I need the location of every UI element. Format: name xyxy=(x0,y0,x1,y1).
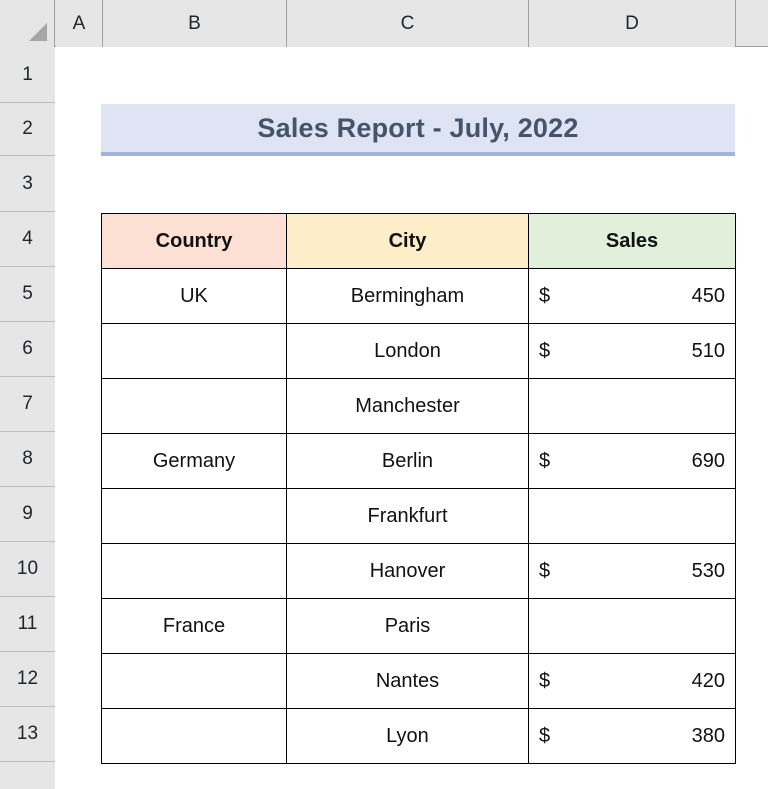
row-header-5[interactable]: 5 xyxy=(0,267,55,322)
cell-city[interactable]: Frankfurt xyxy=(286,488,529,544)
grid-content: Sales Report - July, 2022 Country City S… xyxy=(56,48,768,789)
sales-data-table: Country City Sales UK Bermingham $ 450 L… xyxy=(101,213,736,764)
cell-city[interactable]: Lyon xyxy=(286,708,529,764)
row-header-11[interactable]: 11 xyxy=(0,597,55,652)
exceldemy-watermark: exceldemy EXCEL - DATA - BI xyxy=(346,785,517,789)
column-header-strip: A B C D xyxy=(0,0,768,47)
currency-symbol: $ xyxy=(539,339,551,362)
row-header-7[interactable]: 7 xyxy=(0,377,55,432)
column-header-a[interactable]: A xyxy=(56,0,103,47)
row-header-12[interactable]: 12 xyxy=(0,652,55,707)
column-header-d[interactable]: D xyxy=(529,0,736,47)
watermark-name: exceldemy xyxy=(383,785,517,789)
sales-amount: 380 xyxy=(691,724,725,747)
exceldemy-cube-logo-icon xyxy=(346,786,376,789)
column-header-country[interactable]: Country xyxy=(101,213,287,269)
cell-city[interactable]: Manchester xyxy=(286,378,529,434)
table-row: Hanover $ 530 xyxy=(101,543,736,599)
row-header-1[interactable]: 1 xyxy=(0,47,55,103)
cell-sales[interactable]: $ 510 xyxy=(528,323,736,379)
sales-amount: 510 xyxy=(691,339,725,362)
sales-amount: 450 xyxy=(691,284,725,307)
table-row: UK Bermingham $ 450 xyxy=(101,268,736,324)
row-header-9[interactable]: 9 xyxy=(0,487,55,542)
column-header-b[interactable]: B xyxy=(103,0,287,47)
table-row: Lyon $ 380 xyxy=(101,708,736,764)
table-row: London $ 510 xyxy=(101,323,736,379)
page-title: Sales Report - July, 2022 xyxy=(257,112,579,143)
select-all-triangle-icon xyxy=(29,23,47,41)
row-header-10[interactable]: 10 xyxy=(0,542,55,597)
sales-amount: 690 xyxy=(691,449,725,472)
sales-amount: 420 xyxy=(691,669,725,692)
column-header-sales[interactable]: Sales xyxy=(528,213,736,269)
cell-sales[interactable]: $ 380 xyxy=(528,708,736,764)
row-header-3[interactable]: 3 xyxy=(0,156,55,212)
row-header-13[interactable]: 13 xyxy=(0,707,55,762)
sales-amount: 530 xyxy=(691,559,725,582)
cell-sales[interactable]: $ 450 xyxy=(528,268,736,324)
cell-city[interactable]: Berlin xyxy=(286,433,529,489)
report-title-cell[interactable]: Sales Report - July, 2022 xyxy=(101,104,735,156)
currency-symbol: $ xyxy=(539,724,551,747)
cell-city[interactable]: Bermingham xyxy=(286,268,529,324)
cell-country[interactable]: France xyxy=(101,598,287,654)
cell-city[interactable]: London xyxy=(286,323,529,379)
cell-sales[interactable] xyxy=(528,488,736,544)
currency-symbol: $ xyxy=(539,284,551,307)
table-row: France Paris xyxy=(101,598,736,654)
cell-sales[interactable] xyxy=(528,598,736,654)
cell-country[interactable] xyxy=(101,653,287,709)
cell-country[interactable] xyxy=(101,543,287,599)
cell-sales[interactable]: $ 530 xyxy=(528,543,736,599)
cell-sales[interactable]: $ 690 xyxy=(528,433,736,489)
cell-country[interactable]: Germany xyxy=(101,433,287,489)
table-row: Nantes $ 420 xyxy=(101,653,736,709)
row-header-strip: 1 2 3 4 5 6 7 8 9 10 11 12 13 xyxy=(0,47,55,789)
cell-city[interactable]: Nantes xyxy=(286,653,529,709)
cell-sales[interactable]: $ 420 xyxy=(528,653,736,709)
currency-symbol: $ xyxy=(539,559,551,582)
cell-country[interactable] xyxy=(101,488,287,544)
column-header-city[interactable]: City xyxy=(286,213,529,269)
table-row: Manchester xyxy=(101,378,736,434)
currency-symbol: $ xyxy=(539,449,551,472)
cell-sales[interactable] xyxy=(528,378,736,434)
table-header-row: Country City Sales xyxy=(101,213,736,269)
table-row: Frankfurt xyxy=(101,488,736,544)
cell-country[interactable]: UK xyxy=(101,268,287,324)
row-header-4[interactable]: 4 xyxy=(0,212,55,267)
row-header-8[interactable]: 8 xyxy=(0,432,55,487)
cell-city[interactable]: Paris xyxy=(286,598,529,654)
table-row: Germany Berlin $ 690 xyxy=(101,433,736,489)
cell-city[interactable]: Hanover xyxy=(286,543,529,599)
cell-country[interactable] xyxy=(101,378,287,434)
column-header-c[interactable]: C xyxy=(287,0,529,47)
spreadsheet-canvas: A B C D 1 2 3 4 5 6 7 8 9 10 11 12 13 Sa… xyxy=(0,0,768,789)
row-header-6[interactable]: 6 xyxy=(0,322,55,377)
row-header-partial xyxy=(0,762,55,789)
row-header-2[interactable]: 2 xyxy=(0,103,55,156)
cell-country[interactable] xyxy=(101,323,287,379)
currency-symbol: $ xyxy=(539,669,551,692)
select-all-button[interactable] xyxy=(0,0,55,47)
cell-country[interactable] xyxy=(101,708,287,764)
